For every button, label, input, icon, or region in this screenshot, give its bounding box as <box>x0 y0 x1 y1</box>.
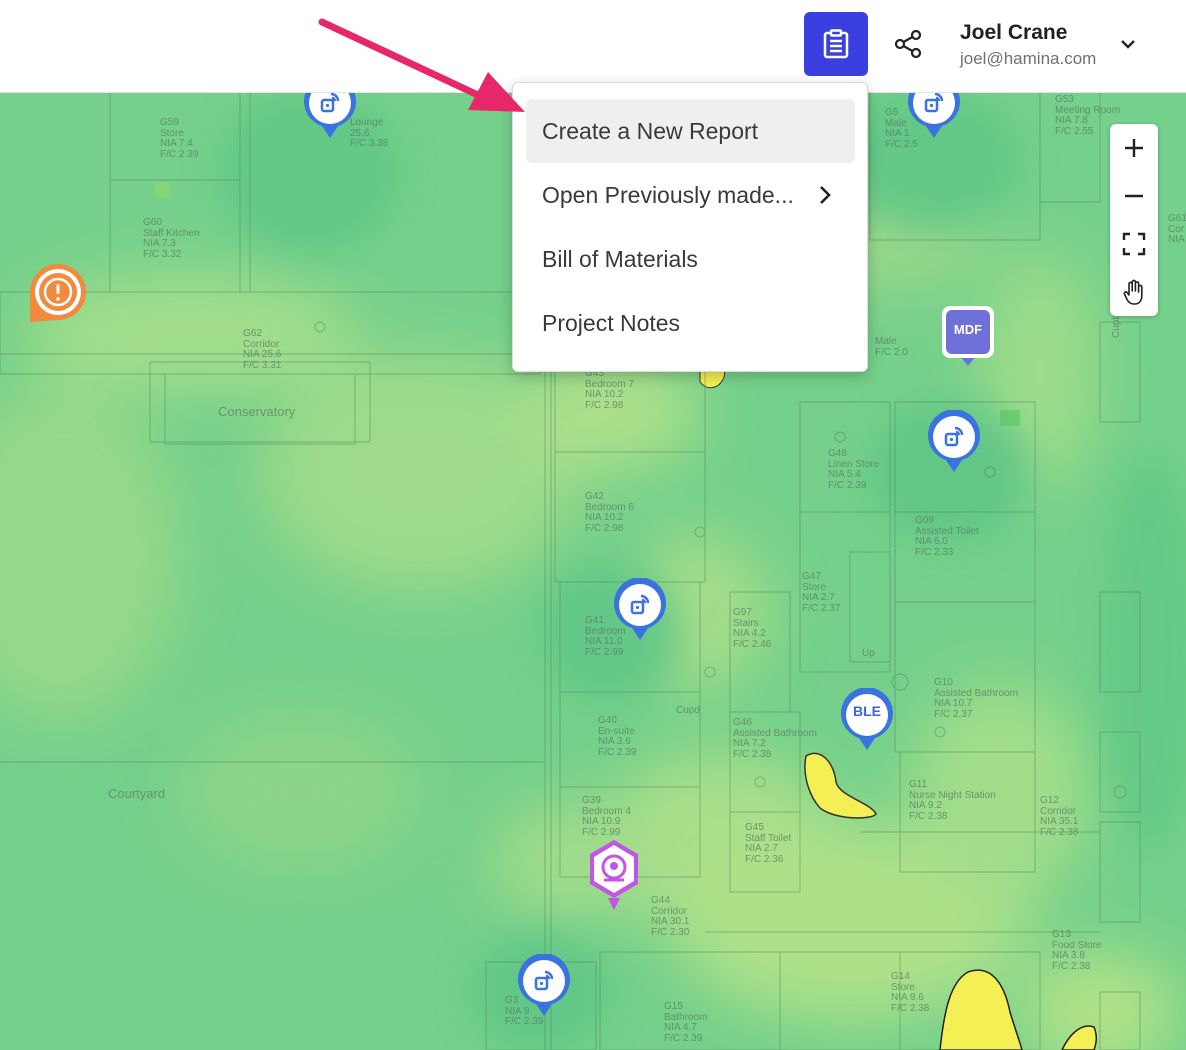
menu-item-project-notes[interactable]: Project Notes <box>526 291 855 355</box>
ble-label: BLE <box>853 703 881 719</box>
menu-item-label: Bill of Materials <box>542 245 698 272</box>
room-label: Male F/C 2.0 <box>875 336 908 358</box>
menu-item-label: Open Previously made... <box>542 181 794 208</box>
room-label: G46 Assisted Bathroom NIA 7.2 F/C 2.38 <box>733 717 817 760</box>
zoom-out-button[interactable] <box>1110 172 1158 220</box>
reports-button[interactable] <box>804 12 868 76</box>
room-label: G60 Staff Kitchen NIA 7.3 F/C 3.32 <box>143 217 200 260</box>
area-label-conservatory: Conservatory <box>218 404 296 419</box>
report-menu: Create a New Report Open Previously made… <box>512 82 868 372</box>
room-label: G14 Store NIA 9.6 F/C 2.38 <box>891 971 930 1014</box>
room-label: G48 Linen Store NIA 5.4 F/C 2.39 <box>828 448 880 491</box>
room-label: G97 Stairs NIA 4.2 F/C 2.46 <box>733 607 772 650</box>
fit-to-screen-button[interactable] <box>1110 220 1158 268</box>
plus-icon <box>1125 139 1143 157</box>
menu-item-label: Create a New Report <box>542 117 759 144</box>
user-menu-toggle[interactable] <box>1114 30 1142 58</box>
fullscreen-icon <box>1122 232 1146 256</box>
minus-icon <box>1125 194 1143 198</box>
ble-beacon-pin[interactable]: BLE <box>839 688 895 754</box>
chevron-right-icon <box>820 186 831 204</box>
area-label-courtyard: Courtyard <box>108 786 166 801</box>
access-point-pin[interactable] <box>516 954 572 1020</box>
room-label: G10 Assisted Bathroom NIA 10.7 F/C 2.37 <box>934 677 1018 720</box>
user-name: Joel Crane <box>960 21 1068 44</box>
access-point-pin[interactable] <box>612 578 668 644</box>
menu-item-create-report[interactable]: Create a New Report <box>526 99 855 163</box>
user-email: joel@hamina.com <box>960 49 1097 68</box>
share-icon <box>894 29 922 59</box>
room-label: G59 Store NIA 7.4 F/C 2.39 <box>160 117 199 160</box>
camera-pin[interactable] <box>586 838 642 910</box>
pan-button[interactable] <box>1110 268 1158 316</box>
room-label: G43 Bedroom 7 NIA 10.2 F/C 2.98 <box>585 368 634 411</box>
chevron-down-icon <box>1121 40 1135 49</box>
room-label: Cupd <box>676 705 700 716</box>
room-label: G61 Cor NIA <box>1168 213 1186 245</box>
room-label: G09 Assisted Toilet NIA 6.0 F/C 2.33 <box>915 515 979 558</box>
zoom-in-button[interactable] <box>1110 124 1158 172</box>
room-label: G45 Staff Toilet NIA 2.7 F/C 2.36 <box>745 822 792 865</box>
map-controls <box>1110 124 1158 316</box>
room-label: G44 Corridor NIA 30.1 F/C 2.30 <box>651 895 690 938</box>
room-label: G47 Store NIA 2.7 F/C 2.37 <box>802 571 841 614</box>
room-label: Up <box>862 648 875 659</box>
room-label: G13 Food Store NIA 3.8 F/C 2.38 <box>1052 929 1102 972</box>
room-label: G12 Corridor NIA 35.1 F/C 2.38 <box>1040 795 1079 838</box>
room-label: G39 Bedroom 4 NIA 10.9 F/C 2.99 <box>582 795 631 838</box>
warning-pin[interactable] <box>28 262 86 328</box>
pan-hand-icon <box>1123 279 1143 305</box>
mdf-pin[interactable]: MDF <box>940 304 996 370</box>
top-bar: Joel Crane joel@hamina.com <box>0 0 1186 93</box>
room-label: G42 Bedroom 6 NIA 10.2 F/C 2.98 <box>585 491 634 534</box>
share-button[interactable] <box>886 22 930 66</box>
access-point-pin[interactable] <box>926 410 982 476</box>
room-label: G62 Corridor NIA 25.6 F/C 3.31 <box>243 328 282 371</box>
menu-item-open-previous[interactable]: Open Previously made... <box>526 163 855 227</box>
clipboard-list-icon <box>823 29 849 59</box>
menu-item-bill-of-materials[interactable]: Bill of Materials <box>526 227 855 291</box>
room-label: G11 Nurse Night Station NIA 9.2 F/C 2.38 <box>909 779 996 822</box>
room-label: G15 Bathroom NIA 4.7 F/C 2.39 <box>664 1001 708 1044</box>
mdf-label: MDF <box>953 322 983 337</box>
menu-item-label: Project Notes <box>542 309 681 336</box>
access-point-pin[interactable] <box>906 92 962 142</box>
room-label: G40 En-suite NIA 3.6 F/C 2.39 <box>598 715 637 758</box>
access-point-pin[interactable] <box>302 92 358 142</box>
